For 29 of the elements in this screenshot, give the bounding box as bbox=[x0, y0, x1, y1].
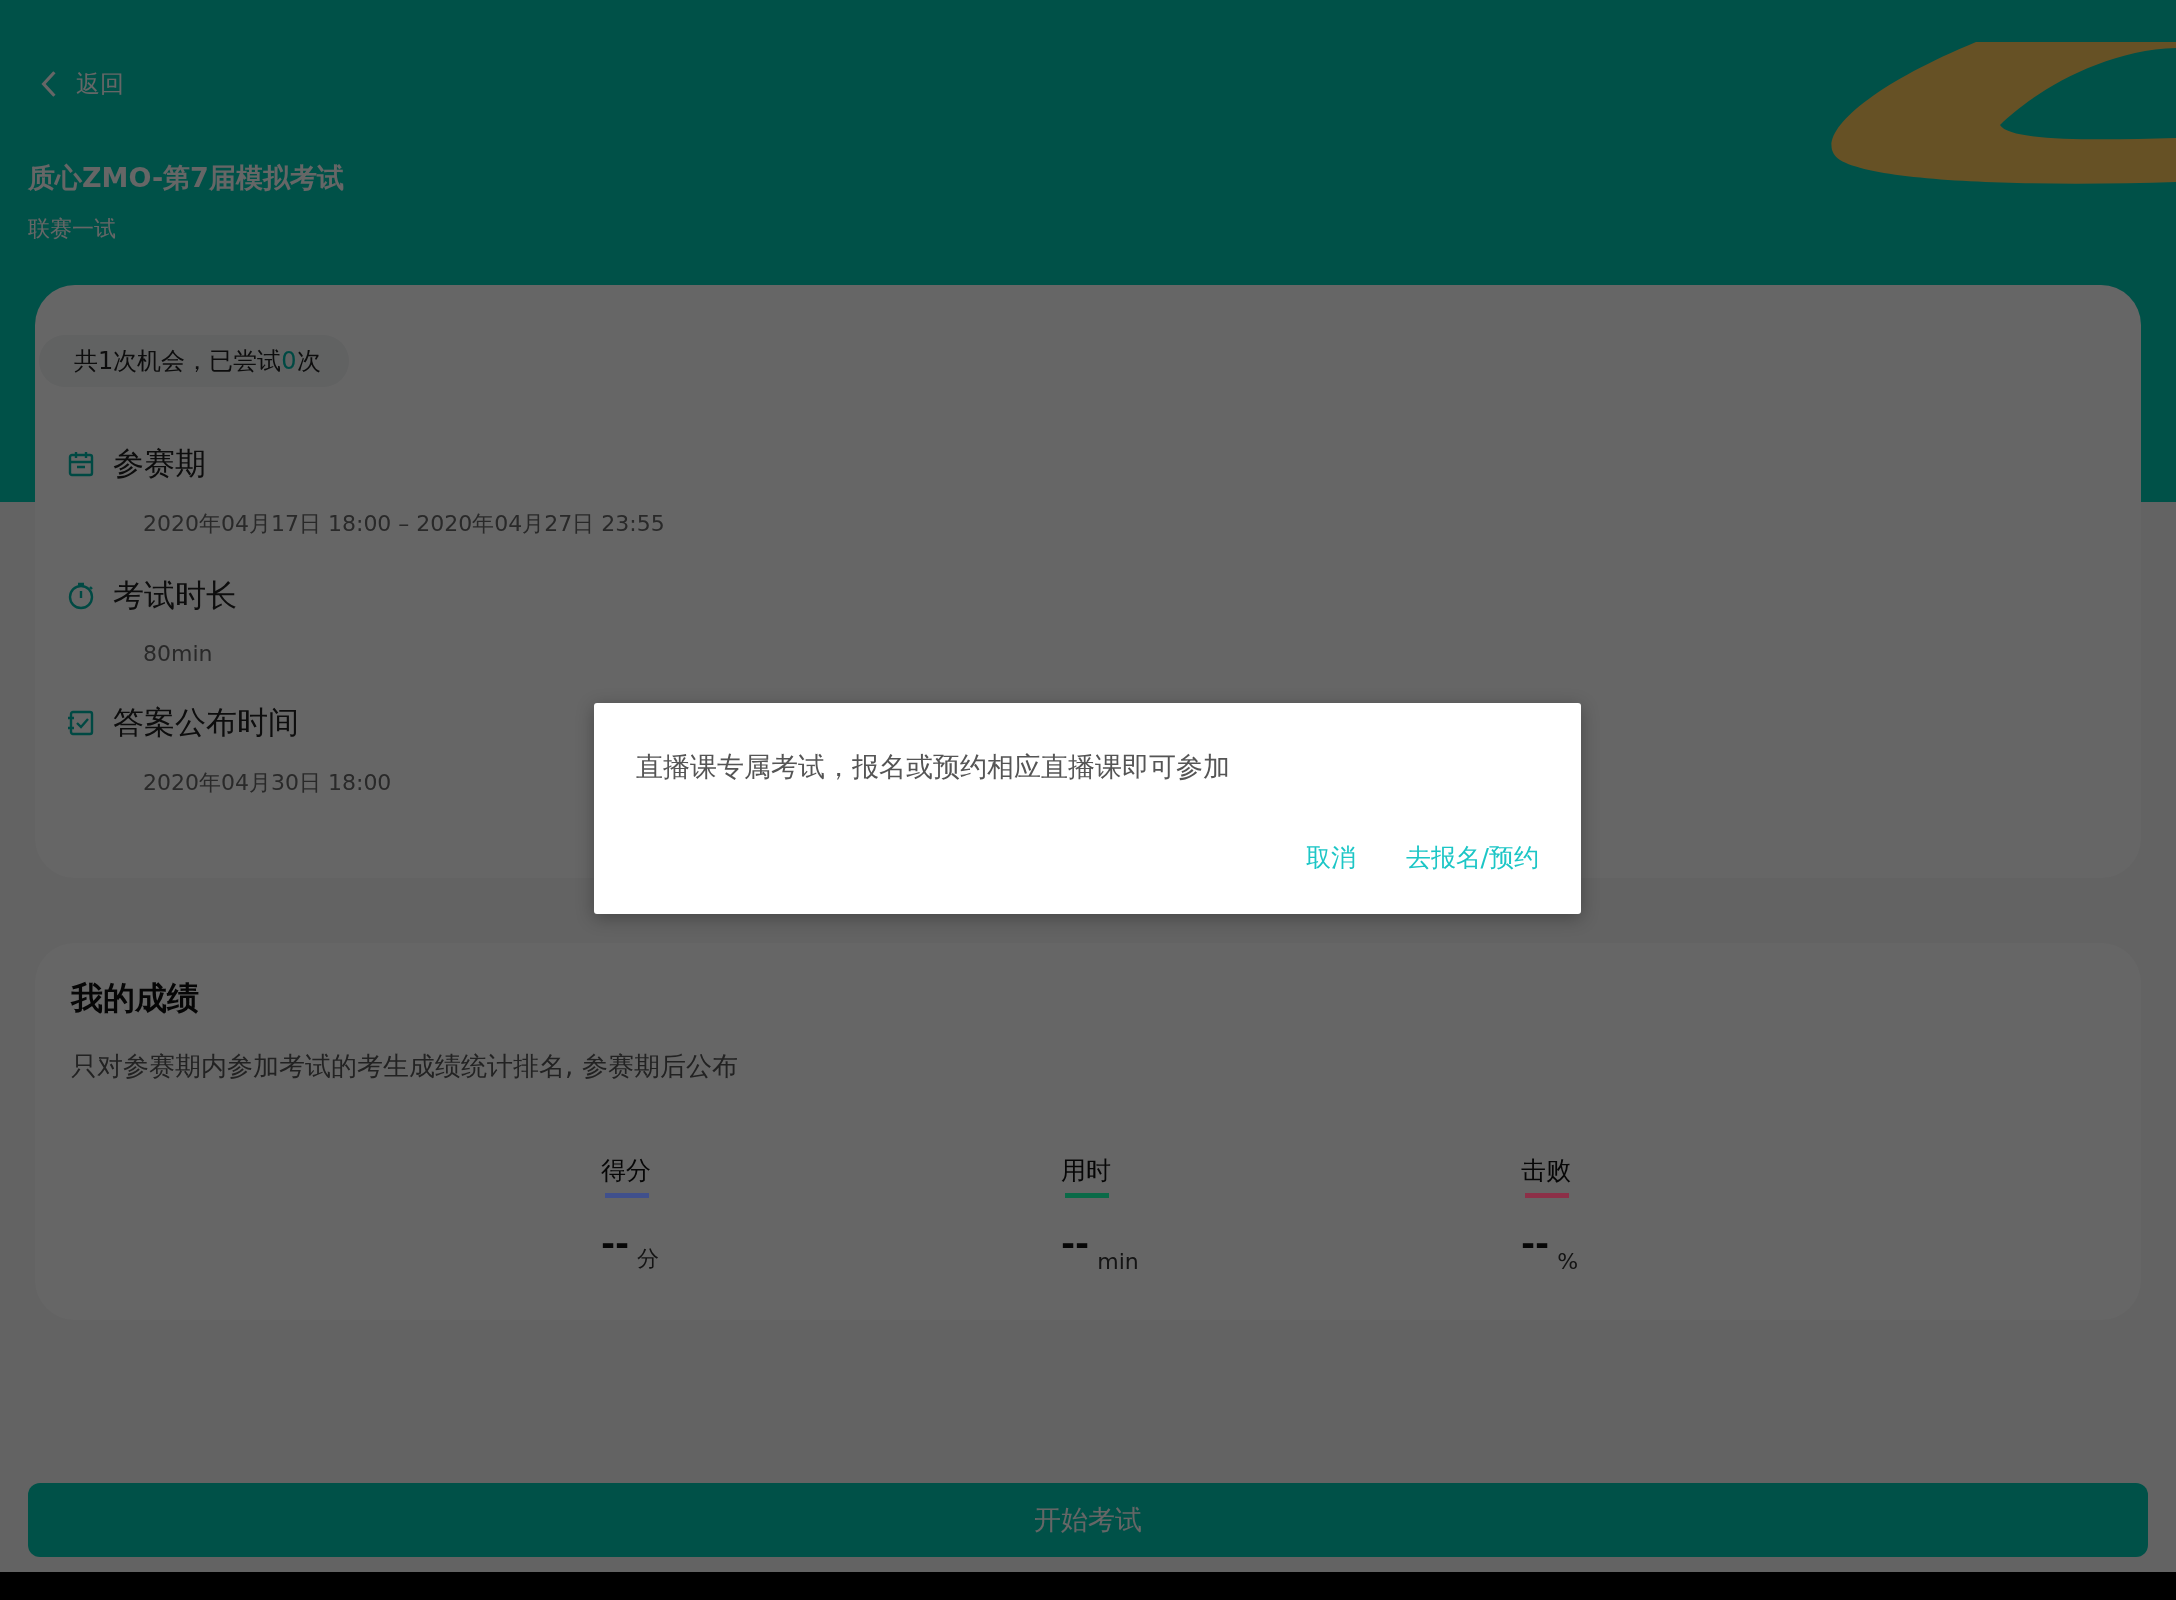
stat-label: 用时 bbox=[1061, 1155, 1111, 1187]
stat-unit: % bbox=[1557, 1249, 1579, 1274]
exam-title: 质心ZMO-第7届模拟考试 bbox=[28, 161, 345, 195]
stat-value: -- bbox=[1521, 1226, 1550, 1260]
info-value: 2020年04月30日 18:00 bbox=[143, 769, 392, 797]
dialog-button[interactable]: 去报名/预约 bbox=[1405, 841, 1539, 874]
info-value: 80min bbox=[143, 641, 213, 666]
info-value: 2020年04月17日 18:00 – 2020年04月27日 23:55 bbox=[143, 510, 665, 538]
stat-value: -- bbox=[1061, 1226, 1090, 1260]
scores-note: 只对参赛期内参加考试的考生成绩统计排名, 参赛期后公布 bbox=[71, 1050, 739, 1083]
scores-title: 我的成绩 bbox=[71, 978, 200, 1019]
stat-unit: 分 bbox=[637, 1245, 660, 1273]
back-button[interactable]: 返回 bbox=[40, 0, 124, 100]
info-label: 答案公布时间 bbox=[113, 703, 299, 742]
stat-unit: min bbox=[1097, 1249, 1139, 1274]
stat-label: 得分 bbox=[601, 1155, 651, 1187]
attempts-badge: 共1次机会，已尝试0次 bbox=[39, 335, 349, 387]
exam-subtitle: 联赛一试 bbox=[28, 215, 117, 243]
checklist-icon bbox=[67, 709, 95, 737]
stopwatch-icon bbox=[67, 582, 95, 610]
chevron-left-icon bbox=[40, 69, 58, 99]
dialog-button[interactable]: 取消 bbox=[1305, 841, 1356, 874]
stat-label: 击败 bbox=[1521, 1155, 1571, 1187]
start-exam-button[interactable]: 开始考试 bbox=[28, 1483, 2148, 1557]
stat-value: -- bbox=[601, 1226, 630, 1260]
dialog-message: 直播课专属考试，报名或预约相应直播课即可参加 bbox=[636, 750, 1231, 784]
info-label: 考试时长 bbox=[113, 576, 237, 615]
calendar-icon bbox=[67, 450, 95, 478]
info-label: 参赛期 bbox=[113, 444, 206, 483]
